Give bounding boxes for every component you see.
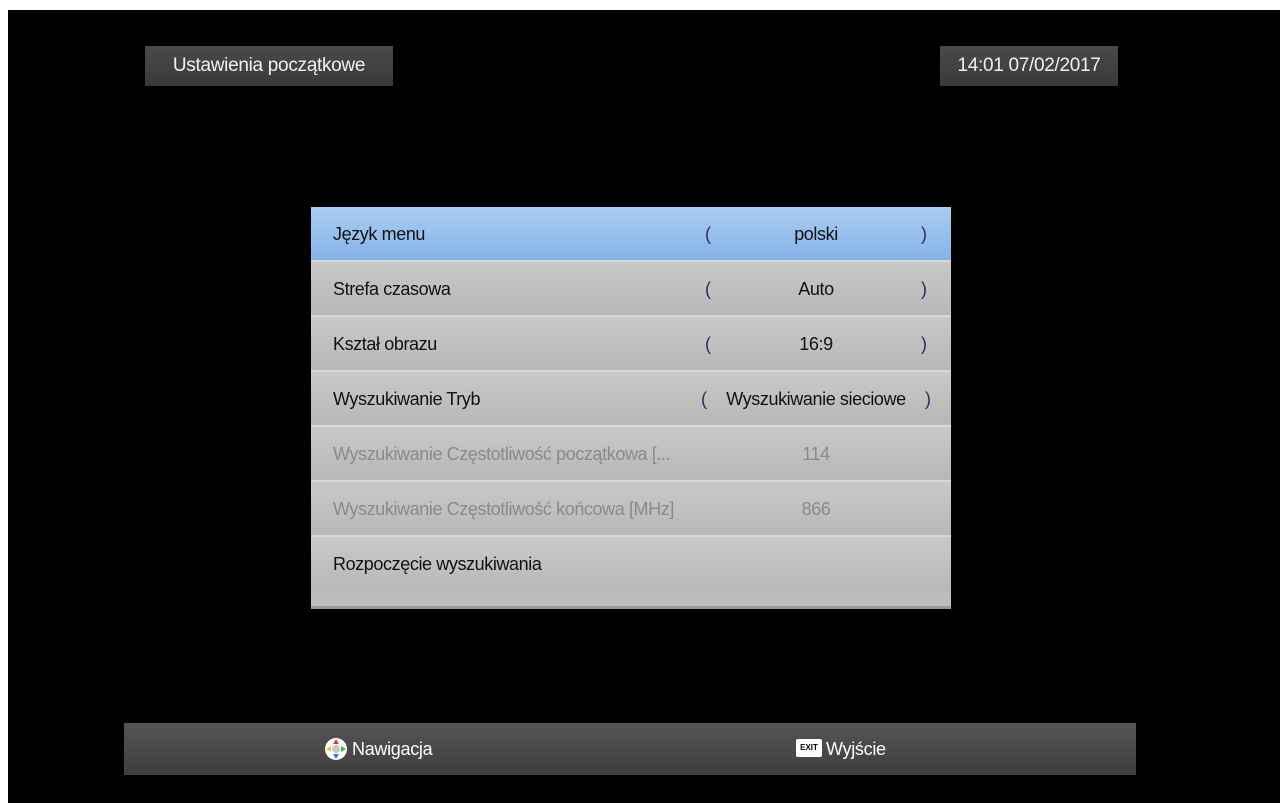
- exit-label[interactable]: Wyjście: [826, 723, 886, 775]
- footer-help-bar: Nawigacja EXIT Wyjście: [124, 723, 1136, 775]
- arrow-right-icon[interactable]: ): [921, 317, 927, 372]
- tv-screen: Ustawienia początkowe 14:01 07/02/2017 J…: [8, 10, 1280, 803]
- menu-item-label: Wyszukiwanie Tryb: [333, 389, 481, 409]
- navigation-dpad-icon: [325, 738, 347, 760]
- menu-item-start-search[interactable]: Rozpoczęcie wyszukiwania: [311, 537, 951, 592]
- page-title: Ustawienia początkowe: [145, 46, 393, 86]
- exit-key-icon[interactable]: EXIT: [796, 739, 822, 757]
- menu-item-search-mode[interactable]: Wyszukiwanie Tryb ( Wyszukiwanie sieciow…: [311, 372, 951, 427]
- menu-item-start-frequency: Wyszukiwanie Częstotliwość początkowa [.…: [311, 427, 951, 482]
- menu-item-value: polski: [794, 224, 838, 244]
- menu-item-end-frequency: Wyszukiwanie Częstotliwość końcowa [MHz]…: [311, 482, 951, 537]
- menu-item-timezone[interactable]: Strefa czasowa ( Auto ): [311, 262, 951, 317]
- menu-item-aspect-ratio[interactable]: Kształ obrazu ( 16:9 ): [311, 317, 951, 372]
- menu-item-value: 114: [802, 444, 830, 464]
- menu-item-value: 866: [801, 499, 831, 519]
- arrow-right-icon[interactable]: ): [921, 262, 927, 317]
- menu-item-value: Wyszukiwanie sieciowe: [726, 389, 906, 409]
- menu-item-label: Kształ obrazu: [333, 334, 437, 354]
- menu-item-value: Auto: [798, 279, 834, 299]
- clock-datetime: 14:01 07/02/2017: [940, 46, 1118, 86]
- menu-item-label: Rozpoczęcie wyszukiwania: [333, 554, 542, 574]
- menu-item-language[interactable]: Język menu ( polski ): [311, 207, 951, 262]
- arrow-right-icon[interactable]: ): [925, 372, 931, 427]
- menu-item-label: Strefa czasowa: [333, 279, 451, 299]
- menu-item-label: Wyszukiwanie Częstotliwość końcowa [MHz]: [333, 499, 674, 519]
- menu-item-value: 16:9: [799, 334, 833, 354]
- settings-menu: Język menu ( polski ) Strefa czasowa ( A…: [311, 207, 951, 609]
- menu-item-label: Wyszukiwanie Częstotliwość początkowa [.…: [333, 444, 671, 464]
- menu-item-label: Język menu: [333, 224, 426, 244]
- navigation-label: Nawigacja: [352, 739, 433, 759]
- arrow-right-icon[interactable]: ): [921, 207, 927, 262]
